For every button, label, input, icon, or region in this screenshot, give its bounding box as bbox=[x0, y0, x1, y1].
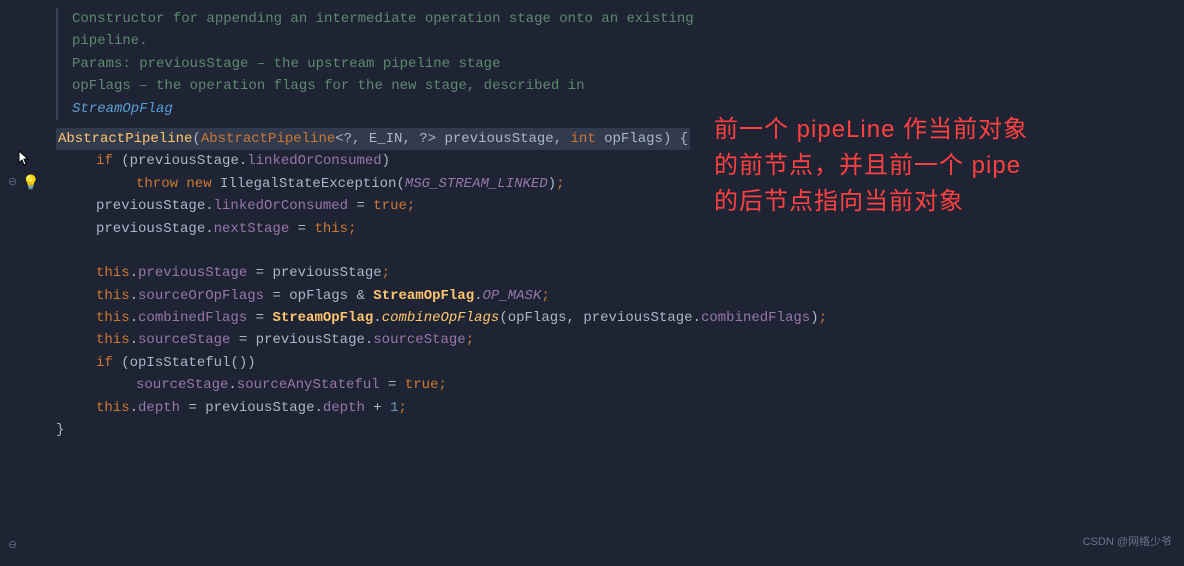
code-line: sourceStage.sourceAnyStateful = true; bbox=[40, 374, 1184, 396]
fold-indicator-icon[interactable]: ⊖ bbox=[8, 175, 17, 193]
editor-gutter: ⊖ ⊖ bbox=[0, 0, 36, 558]
watermark: CSDN @网络少爷 bbox=[1083, 534, 1172, 552]
doc-description: Constructor for appending an intermediat… bbox=[72, 8, 1184, 30]
code-line: this.previousStage = previousStage; bbox=[40, 262, 1184, 284]
annotation-line: 的前节点，并且前一个 pipe bbox=[714, 148, 1184, 184]
fold-indicator-icon[interactable]: ⊖ bbox=[8, 538, 17, 556]
doc-params: Params: previousStage – the upstream pip… bbox=[72, 53, 1184, 75]
closing-brace: } bbox=[40, 419, 1184, 441]
code-line: this.sourceOrOpFlags = opFlags & StreamO… bbox=[40, 285, 1184, 307]
annotation-text: 前一个 pipeLine 作当前对象 的前节点，并且前一个 pipe 的后节点指… bbox=[714, 112, 1184, 220]
javadoc-block: Constructor for appending an intermediat… bbox=[56, 8, 1184, 120]
annotation-line: 前一个 pipeLine 作当前对象 bbox=[714, 112, 1184, 148]
code-line: if (opIsStateful()) bbox=[40, 352, 1184, 374]
code-editor[interactable]: Constructor for appending an intermediat… bbox=[40, 8, 1184, 566]
code-line: this.sourceStage = previousStage.sourceS… bbox=[40, 329, 1184, 351]
doc-description: pipeline. bbox=[72, 30, 1184, 52]
code-line: this.depth = previousStage.depth + 1; bbox=[40, 397, 1184, 419]
intention-bulb-icon[interactable]: 💡 bbox=[22, 173, 39, 195]
code-line: previousStage.nextStage = this; bbox=[40, 218, 1184, 240]
annotation-line: 的后节点指向当前对象 bbox=[714, 184, 1184, 220]
blank-line bbox=[40, 240, 1184, 262]
code-line: this.combinedFlags = StreamOpFlag.combin… bbox=[40, 307, 1184, 329]
doc-params: opFlags – the operation flags for the ne… bbox=[72, 75, 1184, 97]
